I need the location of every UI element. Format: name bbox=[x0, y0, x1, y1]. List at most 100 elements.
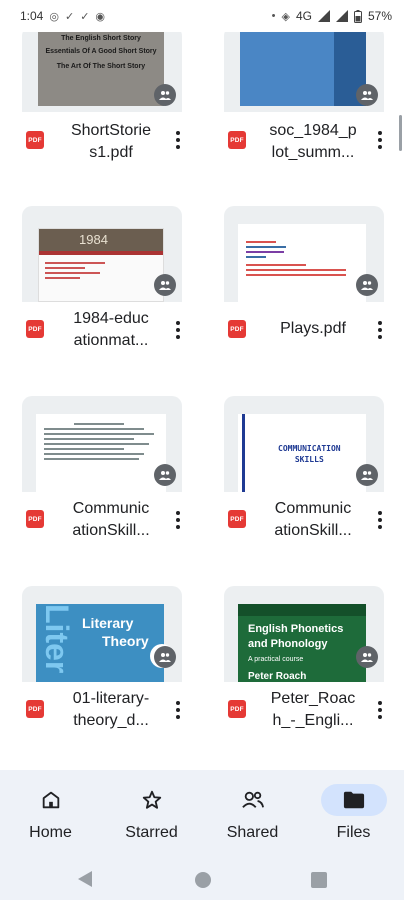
file-name-line: 01-literary- bbox=[72, 690, 150, 707]
file-info-row[interactable]: PDF Communic ationSkill... bbox=[224, 498, 404, 554]
thumb-text: English Phonetics bbox=[248, 623, 344, 635]
file-name-line: theory_d... bbox=[73, 712, 149, 729]
file-name-line: Communic bbox=[274, 500, 352, 517]
thumb-text: SKILLS bbox=[294, 455, 324, 464]
file-card[interactable]: The English Short Story Essentials Of A … bbox=[22, 32, 182, 182]
file-card[interactable]: PDF soc_1984_p lot_summ... bbox=[224, 32, 384, 182]
nav-shared[interactable]: Shared bbox=[202, 770, 303, 860]
recents-icon[interactable] bbox=[311, 872, 327, 888]
thumb-text: The Art Of The Short Story bbox=[56, 63, 146, 70]
file-info-row[interactable]: PDF soc_1984_p lot_summ... bbox=[224, 120, 404, 176]
file-thumbnail[interactable]: COMMUNICATION SKILLS bbox=[224, 396, 384, 492]
check-icon: ✓ bbox=[64, 10, 75, 23]
home-icon bbox=[18, 784, 84, 816]
thumb-text: Peter Roach bbox=[248, 671, 307, 682]
shared-badge-icon bbox=[356, 274, 378, 296]
shared-badge-icon bbox=[154, 646, 176, 668]
dot-icon: • bbox=[271, 10, 276, 22]
file-card[interactable]: PDF Communic ationSkill... bbox=[22, 396, 182, 546]
file-name-line: Communic bbox=[72, 500, 150, 517]
file-name: 01-literary- theory_d... bbox=[56, 688, 166, 732]
nav-label: Shared bbox=[226, 824, 279, 841]
vibrate-icon: ◈ bbox=[281, 10, 290, 23]
file-thumbnail[interactable] bbox=[224, 32, 384, 112]
thumb-text: COMMUNICATION bbox=[278, 444, 341, 453]
shared-badge-icon bbox=[356, 84, 378, 106]
file-info-row[interactable]: PDF ShortStorie s1.pdf bbox=[22, 120, 202, 176]
star-icon bbox=[119, 784, 185, 816]
shared-badge-icon bbox=[356, 464, 378, 486]
home-circle-icon[interactable] bbox=[195, 872, 211, 888]
back-icon[interactable] bbox=[78, 871, 92, 887]
more-options-button[interactable] bbox=[372, 698, 388, 722]
file-card[interactable]: PDF Plays.pdf bbox=[224, 206, 384, 356]
more-options-button[interactable] bbox=[170, 128, 186, 152]
more-options-button[interactable] bbox=[372, 128, 388, 152]
file-name: ShortStorie s1.pdf bbox=[56, 120, 166, 164]
file-name-line: soc_1984_p bbox=[269, 122, 357, 139]
file-thumbnail[interactable]: Liter Literary Theory bbox=[22, 586, 182, 682]
file-info-row[interactable]: PDF Communic ationSkill... bbox=[22, 498, 202, 554]
file-info-row[interactable]: PDF Plays.pdf bbox=[224, 308, 404, 364]
signal-icon bbox=[317, 10, 330, 22]
system-navigation-bar bbox=[0, 860, 404, 900]
shared-badge-icon bbox=[356, 646, 378, 668]
pdf-icon: PDF bbox=[26, 131, 44, 149]
pdf-icon: PDF bbox=[228, 131, 246, 149]
file-name-line: ationSkill... bbox=[72, 522, 150, 539]
file-card[interactable]: COMMUNICATION SKILLS PDF Communic ationS… bbox=[224, 396, 384, 546]
pdf-icon: PDF bbox=[228, 320, 246, 338]
battery-icon bbox=[353, 9, 362, 23]
file-info-row[interactable]: PDF 01-literary- theory_d... bbox=[22, 688, 202, 744]
status-bar: 1:04 ◎ ✓ ✓ ◉ • ◈ 4G 57% bbox=[0, 0, 404, 32]
more-options-button[interactable] bbox=[170, 508, 186, 532]
thumb-text: The English Short Story bbox=[61, 35, 141, 42]
thumb-text: A practical course bbox=[248, 656, 304, 663]
more-options-button[interactable] bbox=[372, 508, 388, 532]
thumb-text: Essentials Of A Good Short Story bbox=[45, 48, 157, 55]
more-options-button[interactable] bbox=[170, 318, 186, 342]
file-thumbnail[interactable]: The English Short Story Essentials Of A … bbox=[22, 32, 182, 112]
file-thumbnail[interactable]: English Phonetics and Phonology A practi… bbox=[224, 586, 384, 682]
file-info-row[interactable]: PDF 1984-educ ationmat... bbox=[22, 308, 202, 364]
more-options-button[interactable] bbox=[372, 318, 388, 342]
file-card[interactable]: 1984 PDF 1984-educ ationmat... bbox=[22, 206, 182, 356]
file-name-line: ationmat... bbox=[73, 332, 149, 349]
status-time: 1:04 bbox=[20, 9, 44, 23]
whatsapp-icon: ◎ bbox=[49, 10, 59, 23]
file-name-line: s1.pdf bbox=[89, 144, 133, 161]
file-name: Communic ationSkill... bbox=[258, 498, 368, 542]
file-thumbnail[interactable] bbox=[224, 206, 384, 302]
file-card[interactable]: Liter Literary Theory PDF 01-literary- t… bbox=[22, 586, 182, 736]
scrollbar-thumb[interactable] bbox=[399, 115, 402, 151]
file-name: Peter_Roac h_-_Engli... bbox=[258, 688, 368, 732]
nav-files[interactable]: Files bbox=[303, 770, 404, 860]
bottom-navigation: Home Starred Shared Files bbox=[0, 770, 404, 860]
more-options-button[interactable] bbox=[170, 698, 186, 722]
file-name-line: h_-_Engli... bbox=[272, 712, 354, 729]
file-thumbnail[interactable] bbox=[22, 396, 182, 492]
file-name: soc_1984_p lot_summ... bbox=[258, 120, 368, 164]
nav-label: Files bbox=[336, 824, 371, 841]
battery-percent: 57% bbox=[367, 9, 392, 23]
file-card[interactable]: English Phonetics and Phonology A practi… bbox=[224, 586, 384, 736]
check-icon: ✓ bbox=[80, 10, 90, 23]
nav-label: Starred bbox=[125, 824, 178, 841]
status-left: 1:04 ◎ ✓ ✓ ◉ bbox=[20, 9, 105, 23]
shared-badge-icon bbox=[154, 84, 176, 106]
status-right: • ◈ 4G 57% bbox=[272, 9, 392, 23]
file-name-line: Peter_Roac bbox=[270, 690, 356, 707]
file-name-line: Plays.pdf bbox=[280, 320, 346, 337]
pdf-icon: PDF bbox=[228, 510, 246, 528]
nav-home[interactable]: Home bbox=[0, 770, 101, 860]
file-name-line: lot_summ... bbox=[271, 144, 355, 161]
file-name: Plays.pdf bbox=[258, 318, 368, 340]
pdf-icon: PDF bbox=[26, 700, 44, 718]
signal-icon bbox=[335, 10, 348, 22]
file-name: 1984-educ ationmat... bbox=[56, 308, 166, 352]
file-thumbnail[interactable]: 1984 bbox=[22, 206, 182, 302]
shared-people-icon bbox=[220, 784, 286, 816]
file-info-row[interactable]: PDF Peter_Roac h_-_Engli... bbox=[224, 688, 404, 744]
file-name-line: ShortStorie bbox=[70, 122, 152, 139]
nav-starred[interactable]: Starred bbox=[101, 770, 202, 860]
